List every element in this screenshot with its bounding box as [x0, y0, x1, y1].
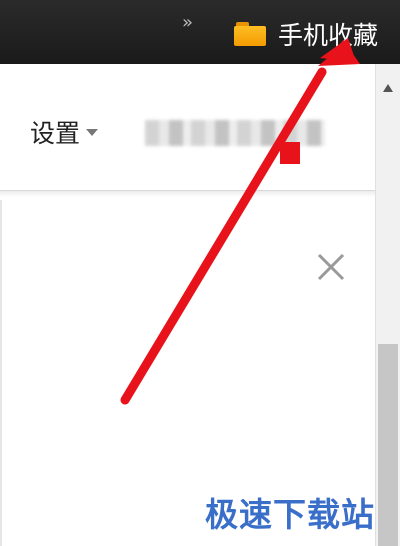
folder-icon [234, 22, 266, 46]
vertical-scrollbar[interactable] [375, 64, 400, 546]
watermark: 极速下载站 [205, 495, 375, 534]
panel-header: 设置 [0, 64, 375, 191]
bookmark-folder-label: 手机收藏 [278, 21, 379, 50]
close-icon[interactable] [316, 252, 346, 282]
settings-menu-button[interactable]: 设置 [30, 114, 99, 150]
settings-label: 设置 [30, 119, 81, 148]
caret-down-icon [86, 128, 99, 136]
bookmark-folder-mobile-favorites[interactable]: 手机收藏 [234, 16, 378, 52]
panel-left-edge [0, 200, 2, 546]
bookmarks-bar: » 手机收藏 [0, 0, 400, 64]
scrollbar-thumb[interactable] [378, 344, 398, 546]
chevron-double-right-icon[interactable]: » [182, 12, 193, 33]
screenshot: » 手机收藏 设置 极速下载站 [0, 0, 400, 546]
blurred-link[interactable] [145, 120, 325, 146]
header-shadow [0, 191, 375, 197]
arrow-up-icon[interactable] [383, 84, 393, 92]
content-panel: 设置 [0, 64, 375, 546]
